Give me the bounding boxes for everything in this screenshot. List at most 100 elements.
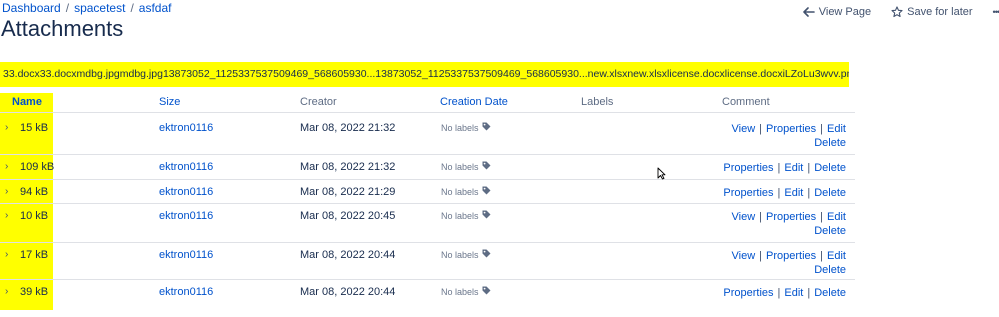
tag-icon[interactable] [482,122,491,133]
action-separator: | [820,123,824,135]
properties-link[interactable]: Properties [723,287,773,299]
no-labels-text: No labels [441,186,479,197]
save-for-later-button[interactable]: Save for later [891,6,973,18]
tag-icon[interactable] [482,161,491,172]
column-header-comment: Comment [722,96,770,108]
chevron-right-icon[interactable]: › [5,186,8,197]
file-size: 17 kB [20,249,49,261]
action-separator: | [759,211,763,223]
file-size: 109 kB [20,161,55,173]
mouse-cursor-icon [657,167,666,183]
column-header-labels: Labels [581,96,614,108]
creation-date: Mar 08, 2022 20:44 [300,286,396,298]
creation-date: Mar 08, 2022 21:29 [300,186,396,198]
action-separator: | [807,287,811,299]
row-actions: Properties | Edit | Delete [723,286,846,300]
tag-icon[interactable] [482,249,491,260]
table-row: › 10 kB ektron0116 Mar 08, 2022 20:45 No lab… [0,204,855,243]
labels-cell: No labels [441,210,491,221]
action-separator: | [759,123,763,135]
attachment-filenames: 33.docx33.docxmdbg.jpgmdbg.jpg13873052_1… [0,62,849,87]
column-header-name[interactable]: Name [12,96,42,108]
page-actions: View Page Save for later ••• [802,6,999,18]
labels-cell: No labels [441,186,491,197]
tag-icon[interactable] [482,286,491,297]
delete-link[interactable]: Delete [814,225,846,237]
row-actions: View | Properties | Edit Delete [732,122,846,150]
view-page-label: View Page [818,6,872,18]
table-row: › 15 kB ektron0116 Mar 08, 2022 21:32 No lab… [0,116,855,155]
delete-link[interactable]: Delete [814,137,846,149]
row-actions-line: Delete [732,263,846,277]
row-actions-line: View | Properties | Edit [732,122,846,136]
chevron-right-icon[interactable]: › [5,161,8,172]
page-title: Attachments [1,16,124,41]
table-row: › 17 kB ektron0116 Mar 08, 2022 20:44 No lab… [0,243,855,280]
tag-icon[interactable] [482,210,491,221]
no-labels-text: No labels [441,122,479,133]
creator-link[interactable]: ektron0116 [159,186,213,198]
row-actions-line: Properties | Edit | Delete [723,186,846,200]
creator-link[interactable]: ektron0116 [159,286,213,298]
creation-date: Mar 08, 2022 20:45 [300,210,396,222]
creation-date: Mar 08, 2022 21:32 [300,122,396,134]
view-page-button[interactable]: View Page [802,6,872,18]
delete-link[interactable]: Delete [814,187,846,199]
row-actions: View | Properties | Edit Delete [732,210,846,238]
properties-link[interactable]: Properties [766,250,816,262]
star-icon [891,6,903,18]
arrow-left-icon [802,7,815,17]
edit-link[interactable]: Edit [827,123,846,135]
tag-icon[interactable] [482,186,491,197]
properties-link[interactable]: Properties [766,123,816,135]
action-separator: | [807,162,811,174]
column-header-size[interactable]: Size [159,96,180,108]
action-separator: | [820,250,824,262]
edit-link[interactable]: Edit [827,211,846,223]
action-separator: | [777,187,781,199]
chevron-right-icon[interactable]: › [5,122,8,133]
row-actions-line: Delete [732,224,846,238]
row-actions-line: View | Properties | Edit [732,210,846,224]
edit-link[interactable]: Edit [784,187,803,199]
labels-cell: No labels [441,161,491,172]
table-row: › 109 kB ektron0116 Mar 08, 2022 21:32 No la… [0,155,855,180]
save-for-later-label: Save for later [907,6,973,18]
creator-link[interactable]: ektron0116 [159,161,213,173]
creator-link[interactable]: ektron0116 [159,210,213,222]
file-size: 39 kB [20,286,49,298]
delete-link[interactable]: Delete [814,287,846,299]
edit-link[interactable]: Edit [827,250,846,262]
properties-link[interactable]: Properties [723,187,773,199]
properties-link[interactable]: Properties [723,162,773,174]
properties-link[interactable]: Properties [766,211,816,223]
breadcrumb-dashboard[interactable]: Dashboard [2,1,61,15]
chevron-right-icon[interactable]: › [5,249,8,260]
breadcrumb-asfdaf[interactable]: asfdaf [139,1,172,15]
more-actions-button[interactable]: ••• [993,7,999,17]
view-link[interactable]: View [732,211,756,223]
view-link[interactable]: View [732,123,756,135]
table-row: › 39 kB ektron0116 Mar 08, 2022 20:44 No lab… [0,280,855,305]
no-labels-text: No labels [441,210,479,221]
chevron-right-icon[interactable]: › [5,210,8,221]
creation-date: Mar 08, 2022 21:32 [300,161,396,173]
labels-cell: No labels [441,286,491,297]
column-header-creation-date[interactable]: Creation Date [440,96,508,108]
creator-link[interactable]: ektron0116 [159,249,213,261]
chevron-right-icon[interactable]: › [5,286,8,297]
view-link[interactable]: View [732,250,756,262]
breadcrumb-spacetest[interactable]: spacetest [74,1,125,15]
delete-link[interactable]: Delete [814,264,846,276]
creation-date: Mar 08, 2022 20:44 [300,249,396,261]
edit-link[interactable]: Edit [784,287,803,299]
delete-link[interactable]: Delete [814,162,846,174]
action-separator: | [759,250,763,262]
creator-link[interactable]: ektron0116 [159,122,213,134]
more-icon: ••• [992,7,999,17]
breadcrumb-separator: / [65,1,70,15]
row-actions: Properties | Edit | Delete [723,186,846,200]
edit-link[interactable]: Edit [784,162,803,174]
table-header: Name Size Creator Creation Date Labels C… [0,93,855,113]
row-actions: Properties | Edit | Delete [723,161,846,175]
